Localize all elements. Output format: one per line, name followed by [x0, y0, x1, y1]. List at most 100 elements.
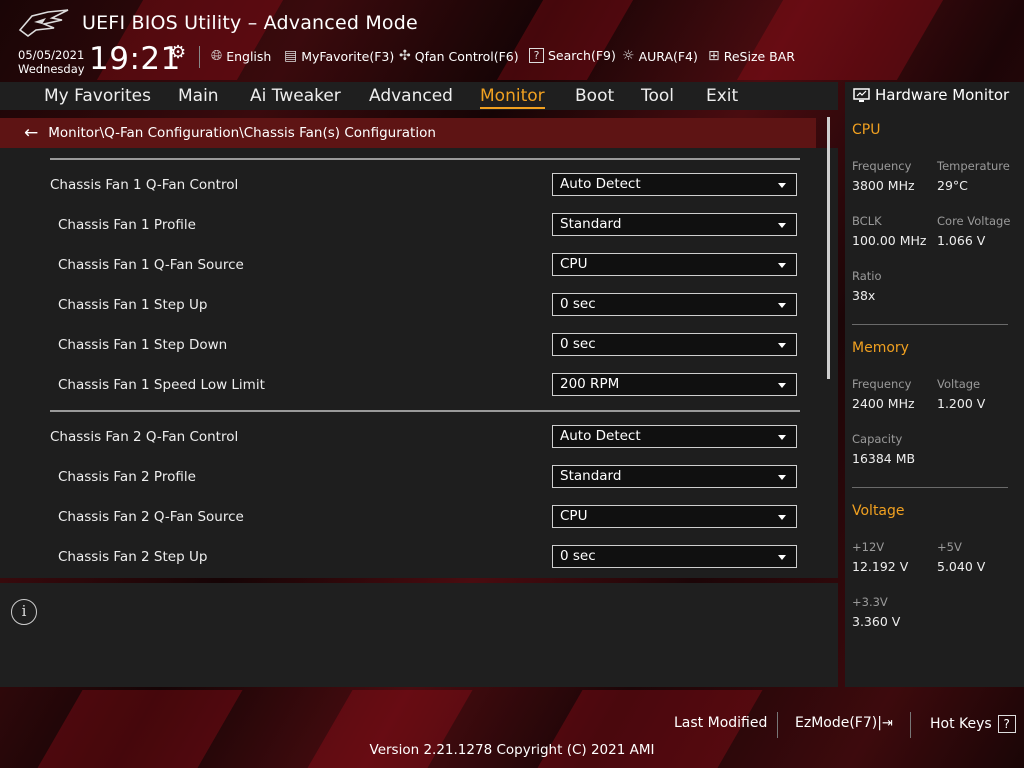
section-divider: [50, 410, 800, 412]
favorite-icon: ▤: [284, 48, 298, 64]
12v-value: 12.192 V: [852, 559, 909, 574]
chevron-down-icon: [778, 475, 786, 480]
resize-bar-button[interactable]: ⊞ ReSize BAR: [708, 48, 795, 64]
gear-icon[interactable]: ⚙: [170, 42, 186, 63]
capacity-value: 16384 MB: [852, 451, 916, 466]
setting-label: Chassis Fan 2 Profile: [58, 469, 196, 485]
back-arrow-icon[interactable]: ←: [24, 123, 38, 143]
12v-label: +12V: [852, 540, 885, 554]
tab-ai-tweaker[interactable]: Ai Tweaker: [250, 86, 341, 106]
scrollbar[interactable]: [827, 117, 830, 379]
clock-time: 19:21: [89, 41, 181, 77]
aura-light-icon: ☼: [622, 48, 635, 64]
setting-dropdown[interactable]: CPU: [552, 505, 797, 528]
app-title: UEFI BIOS Utility – Advanced Mode: [82, 12, 418, 34]
setting-row: Chassis Fan 2 Step Up 0 sec: [0, 545, 800, 571]
tab-tool[interactable]: Tool: [641, 86, 674, 106]
3v3-label: +3.3V: [852, 595, 888, 609]
setting-label: Chassis Fan 1 Step Up: [58, 297, 208, 313]
memory-voltage-label: Voltage: [937, 377, 981, 391]
main-tabs: My Favorites Main Ai Tweaker Advanced Mo…: [0, 82, 838, 110]
hardware-monitor-panel: Hardware Monitor CPU Frequency Temperatu…: [845, 82, 1024, 687]
setting-row: Chassis Fan 2 Q-Fan Control Auto Detect: [0, 425, 800, 451]
search-help-icon: ?: [529, 48, 544, 63]
setting-label: Chassis Fan 1 Step Down: [58, 337, 228, 353]
globe-icon: 🌐︎: [211, 48, 223, 64]
memory-section-title: Memory: [852, 340, 909, 356]
info-icon: i: [11, 599, 37, 625]
setting-dropdown[interactable]: Standard: [552, 213, 797, 236]
ratio-label: Ratio: [852, 269, 882, 283]
setting-label: Chassis Fan 2 Q-Fan Control: [50, 429, 239, 445]
fan-icon: ✣: [399, 48, 411, 64]
cpu-temperature-label: Temperature: [937, 159, 1010, 173]
help-box-icon: ?: [997, 715, 1016, 733]
core-voltage-value: 1.066 V: [937, 233, 986, 248]
core-voltage-label: Core Voltage: [937, 214, 1011, 228]
setting-row: Chassis Fan 1 Profile Standard: [0, 213, 800, 239]
version-text: Version 2.21.1278 Copyright (C) 2021 AMI: [369, 742, 655, 758]
exit-arrow-icon: ⇥: [881, 716, 893, 731]
divider: [777, 712, 778, 738]
setting-dropdown[interactable]: Standard: [552, 465, 797, 488]
bclk-label: BCLK: [852, 214, 882, 228]
aura-button[interactable]: ☼ AURA(F4): [622, 48, 698, 64]
chevron-down-icon: [778, 555, 786, 560]
setting-row: Chassis Fan 1 Step Down 0 sec: [0, 333, 800, 359]
last-modified-button[interactable]: Last Modified: [674, 715, 767, 731]
hot-keys-button[interactable]: Hot Keys?: [930, 715, 1016, 733]
cpu-frequency-value: 3800 MHz: [852, 178, 915, 193]
divider: [910, 712, 911, 738]
tab-exit[interactable]: Exit: [706, 86, 738, 106]
search-button[interactable]: ? Search(F9): [529, 48, 616, 63]
setting-dropdown[interactable]: 0 sec: [552, 293, 797, 316]
chevron-down-icon: [778, 263, 786, 268]
chevron-down-icon: [778, 515, 786, 520]
setting-label: Chassis Fan 1 Q-Fan Control: [50, 177, 239, 193]
setting-dropdown[interactable]: 200 RPM: [552, 373, 797, 396]
chevron-down-icon: [778, 343, 786, 348]
tab-advanced[interactable]: Advanced: [369, 86, 453, 106]
setting-dropdown[interactable]: 0 sec: [552, 545, 797, 568]
chevron-down-icon: [778, 435, 786, 440]
chevron-down-icon: [778, 183, 786, 188]
settings-panel: Chassis Fan 1 Q-Fan Control Auto Detect …: [0, 148, 838, 578]
divider: [199, 46, 200, 68]
5v-value: 5.040 V: [937, 559, 986, 574]
memory-voltage-value: 1.200 V: [937, 396, 986, 411]
breadcrumb: ← Monitor\Q-Fan Configuration\Chassis Fa…: [0, 118, 816, 148]
tab-monitor[interactable]: Monitor: [480, 86, 545, 109]
chevron-down-icon: [778, 383, 786, 388]
setting-dropdown[interactable]: 0 sec: [552, 333, 797, 356]
setting-dropdown[interactable]: Auto Detect: [552, 425, 797, 448]
setting-label: Chassis Fan 1 Speed Low Limit: [58, 377, 265, 393]
voltage-section-title: Voltage: [852, 503, 905, 519]
monitor-icon: [853, 87, 870, 102]
tab-main[interactable]: Main: [178, 86, 219, 106]
bclk-value: 100.00 MHz: [852, 233, 927, 248]
myfavorite-button[interactable]: ▤ MyFavorite(F3): [284, 48, 394, 64]
ratio-value: 38x: [852, 288, 876, 303]
setting-row: Chassis Fan 2 Profile Standard: [0, 465, 800, 491]
setting-label: Chassis Fan 2 Step Up: [58, 549, 208, 565]
setting-row: Chassis Fan 1 Q-Fan Source CPU: [0, 253, 800, 279]
qfan-control-button[interactable]: ✣ Qfan Control(F6): [399, 48, 519, 64]
tab-my-favorites[interactable]: My Favorites: [44, 86, 151, 106]
help-panel: i: [0, 583, 838, 687]
memory-frequency-label: Frequency: [852, 377, 912, 391]
hardware-monitor-title: Hardware Monitor: [853, 86, 1009, 104]
setting-label: Chassis Fan 2 Q-Fan Source: [58, 509, 244, 525]
setting-label: Chassis Fan 1 Profile: [58, 217, 196, 233]
cpu-section-title: CPU: [852, 122, 881, 138]
setting-row: Chassis Fan 2 Q-Fan Source CPU: [0, 505, 800, 531]
3v3-value: 3.360 V: [852, 614, 901, 629]
setting-row: Chassis Fan 1 Q-Fan Control Auto Detect: [0, 173, 800, 199]
setting-dropdown[interactable]: Auto Detect: [552, 173, 797, 196]
day-text: Wednesday: [18, 62, 85, 76]
rog-logo: [18, 9, 69, 37]
date-display: 05/05/2021 Wednesday: [18, 48, 85, 76]
ezmode-button[interactable]: EzMode(F7)|⇥: [795, 715, 893, 731]
tab-boot[interactable]: Boot: [575, 86, 614, 106]
setting-dropdown[interactable]: CPU: [552, 253, 797, 276]
language-button[interactable]: 🌐︎ English: [211, 48, 271, 64]
